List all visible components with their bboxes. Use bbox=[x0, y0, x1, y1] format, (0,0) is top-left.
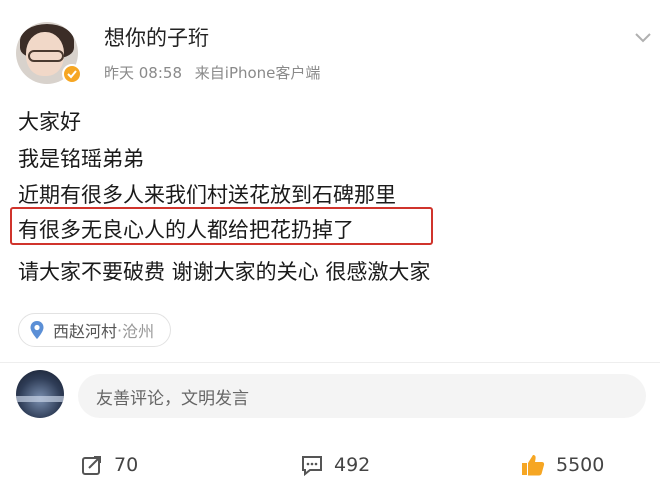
post-line-2: 我是铭瑶弟弟 bbox=[18, 147, 144, 171]
location-chip[interactable]: 西赵河村 · 沧州 bbox=[18, 313, 172, 347]
like-count: 5500 bbox=[556, 454, 605, 476]
repost-button[interactable]: 70 bbox=[80, 452, 138, 478]
current-user-avatar bbox=[16, 370, 64, 418]
post-line-5: 请大家不要破费 谢谢大家的关心 很感激大家 bbox=[18, 260, 431, 284]
location-pin-icon bbox=[30, 321, 44, 339]
comment-input[interactable]: 友善评论，文明发言 bbox=[78, 374, 646, 418]
comment-icon bbox=[302, 456, 322, 477]
post-line-1: 大家好 bbox=[18, 110, 81, 134]
like-icon bbox=[522, 455, 545, 476]
avatar-glasses bbox=[28, 50, 64, 62]
divider bbox=[0, 362, 660, 363]
post-line-3: 近期有很多人来我们村送花放到石碑那里 bbox=[18, 183, 396, 207]
comment-count: 492 bbox=[334, 454, 371, 476]
location-place: 西赵河村 bbox=[53, 322, 118, 341]
repost-icon bbox=[82, 456, 101, 475]
author-name[interactable]: 想你的子珩 bbox=[104, 22, 209, 52]
post-source: 来自iPhone客户端 bbox=[194, 64, 321, 82]
comment-button[interactable]: 492 bbox=[300, 452, 370, 478]
verified-badge-icon bbox=[62, 64, 82, 84]
highlight-annotation-box bbox=[10, 207, 433, 245]
chevron-down-icon[interactable] bbox=[632, 26, 654, 48]
repost-count: 70 bbox=[114, 454, 139, 476]
post-meta: 昨天 08:58 来自iPhone客户端 bbox=[104, 62, 328, 83]
location-city: 沧州 bbox=[122, 322, 155, 341]
post-time: 昨天 08:58 bbox=[104, 64, 182, 82]
like-button[interactable]: 5500 bbox=[520, 452, 604, 478]
